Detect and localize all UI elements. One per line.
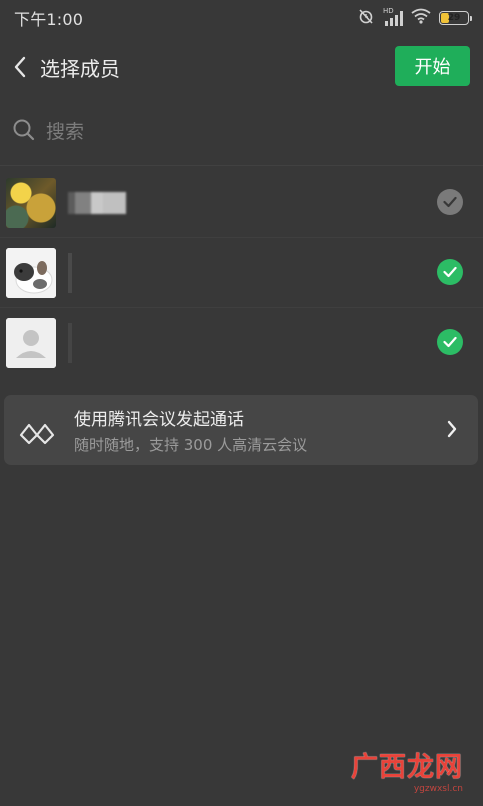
watermark-logo: 广西龙网: [351, 752, 463, 783]
meeting-title: 使用腾讯会议发起通话: [74, 410, 244, 430]
watermark: 广西龙网 ygzwxsl.cn: [351, 745, 463, 794]
start-button[interactable]: 开始: [395, 46, 470, 86]
list-item[interactable]: [0, 238, 483, 308]
status-time: 下午1:00: [14, 10, 84, 29]
network-type-label: HD: [383, 7, 394, 15]
alarm-off-icon: [357, 7, 375, 29]
chevron-left-icon: [14, 56, 26, 78]
member-list: [0, 168, 483, 378]
checked-check-icon[interactable]: [437, 329, 463, 355]
member-name-redacted: [68, 323, 72, 363]
avatar: [6, 177, 56, 228]
checked-check-icon[interactable]: [437, 259, 463, 285]
unchecked-check-icon[interactable]: [437, 189, 463, 215]
search-input[interactable]: [46, 121, 426, 143]
header: 选择成员 开始: [0, 44, 483, 90]
status-bar: 下午1:00 HD 29: [0, 0, 483, 36]
avatar: [6, 318, 56, 368]
status-icons: HD 29: [357, 7, 472, 29]
wifi-icon: [411, 8, 431, 28]
page-title: 选择成员: [40, 56, 120, 81]
meeting-subtitle: 随时随地，支持 300 人高清云会议: [74, 436, 308, 454]
avatar: [6, 247, 56, 298]
default-user-icon: [6, 318, 56, 368]
list-item[interactable]: [0, 168, 483, 238]
meeting-text: 使用腾讯会议发起通话 随时随地，支持 300 人高清云会议: [74, 405, 307, 455]
search-icon: [12, 118, 36, 146]
battery-text: 29: [447, 13, 461, 23]
tencent-meeting-card[interactable]: 使用腾讯会议发起通话 随时随地，支持 300 人高清云会议: [4, 395, 478, 465]
watermark-url: ygzwxsl.cn: [413, 784, 463, 794]
chevron-right-icon: [446, 419, 458, 443]
list-item[interactable]: [0, 308, 483, 378]
divider: [0, 165, 483, 166]
member-name-redacted: [68, 252, 72, 293]
signal-icon: HD: [383, 7, 403, 26]
back-button[interactable]: [0, 44, 40, 90]
member-name-redacted: [68, 191, 126, 214]
tencent-meeting-icon: [18, 415, 58, 445]
search-bar[interactable]: [0, 108, 483, 156]
battery-icon: 29: [439, 11, 472, 25]
